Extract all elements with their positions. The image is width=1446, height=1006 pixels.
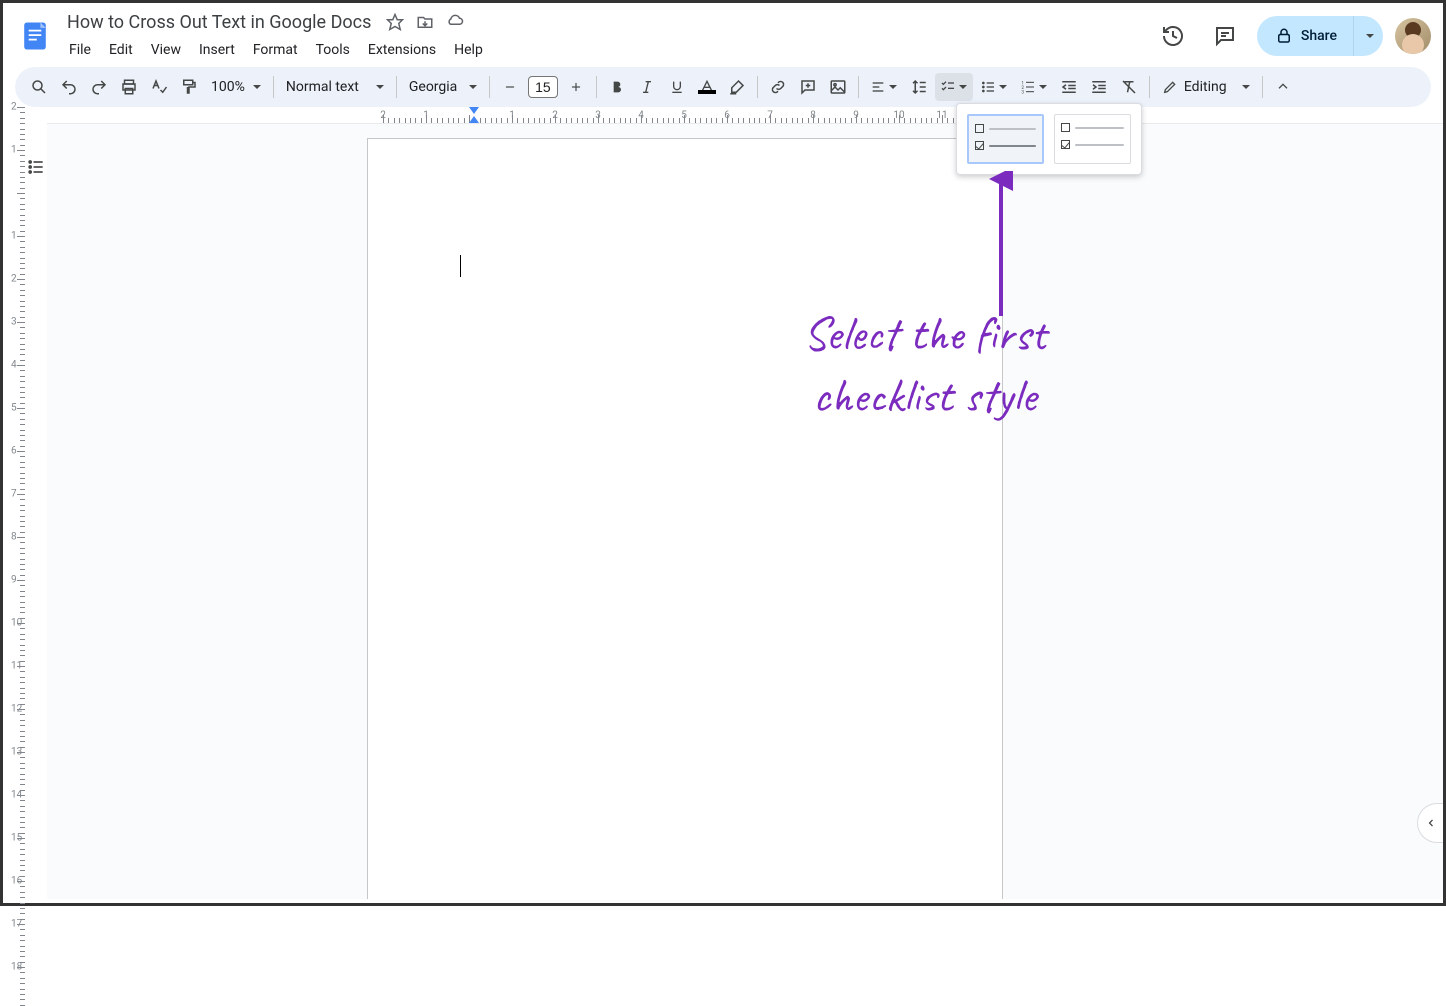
highlight-color-button[interactable] [723,73,751,101]
document-page[interactable] [367,138,1003,899]
toolbar: 100% Normal text Georgia 123 Editing [15,67,1431,107]
cloud-status-icon[interactable] [445,12,465,32]
italic-button[interactable] [633,73,661,101]
search-menus-button[interactable] [25,73,53,101]
separator [489,76,490,98]
editing-mode-value: Editing [1184,79,1227,95]
text-color-button[interactable] [693,73,721,101]
menu-extensions[interactable]: Extensions [360,38,444,62]
menu-file[interactable]: File [61,38,99,62]
separator [858,76,859,98]
menu-help[interactable]: Help [446,38,491,62]
separator [757,76,758,98]
bulleted-list-button[interactable] [975,73,1013,101]
document-title[interactable]: How to Cross Out Text in Google Docs [61,10,377,35]
redo-button[interactable] [85,73,113,101]
separator [596,76,597,98]
checklist-style-plain[interactable] [1054,114,1131,164]
paragraph-style-value: Normal text [286,79,359,95]
svg-text:3: 3 [1022,90,1025,95]
share-dropdown[interactable] [1353,16,1383,56]
zoom-value: 100% [211,79,245,95]
document-canvas[interactable] [47,123,1443,899]
vertical-ruler[interactable]: 21123456789101112131415161718 [9,123,25,899]
undo-button[interactable] [55,73,83,101]
zoom-select[interactable]: 100% [205,73,267,101]
checklist-style-popup [956,103,1142,175]
clear-formatting-button[interactable] [1115,73,1143,101]
add-comment-button[interactable] [794,73,822,101]
font-family-value: Georgia [409,79,457,95]
insert-image-button[interactable] [824,73,852,101]
move-icon[interactable] [415,12,435,32]
text-cursor [460,255,461,277]
menu-insert[interactable]: Insert [191,38,243,62]
history-icon[interactable] [1153,16,1193,56]
font-family-select[interactable]: Georgia [403,73,483,101]
share-button-group: Share [1257,16,1383,56]
print-button[interactable] [115,73,143,101]
decrease-font-size-button[interactable] [496,73,524,101]
line-spacing-button[interactable] [905,73,933,101]
increase-indent-button[interactable] [1085,73,1113,101]
share-button[interactable]: Share [1257,16,1353,56]
collapse-toolbar-button[interactable] [1269,73,1297,101]
share-label: Share [1301,28,1337,44]
font-size-input[interactable] [528,76,558,98]
numbered-list-button[interactable]: 123 [1015,73,1053,101]
checklist-style-strikethrough[interactable] [967,114,1044,164]
insert-link-button[interactable] [764,73,792,101]
separator [273,76,274,98]
bold-button[interactable] [603,73,631,101]
spellcheck-button[interactable] [145,73,173,101]
paint-format-button[interactable] [175,73,203,101]
comments-icon[interactable] [1205,16,1245,56]
menu-edit[interactable]: Edit [101,38,141,62]
star-icon[interactable] [385,12,405,32]
account-avatar[interactable] [1395,18,1431,54]
menu-format[interactable]: Format [245,38,306,62]
separator [1149,76,1150,98]
align-button[interactable] [865,73,903,101]
increase-font-size-button[interactable] [562,73,590,101]
underline-button[interactable] [663,73,691,101]
decrease-indent-button[interactable] [1055,73,1083,101]
separator [1262,76,1263,98]
editing-mode-select[interactable]: Editing [1156,73,1256,101]
horizontal-ruler[interactable]: 211234567891011121314 [47,107,1443,123]
docs-logo[interactable] [15,10,55,62]
menu-view[interactable]: View [143,38,189,62]
menubar: File Edit View Insert Format Tools Exten… [61,36,1153,64]
menu-tools[interactable]: Tools [308,38,358,62]
document-outline-button[interactable] [25,155,47,179]
checklist-button[interactable] [935,73,973,101]
separator [396,76,397,98]
paragraph-style-select[interactable]: Normal text [280,73,390,101]
